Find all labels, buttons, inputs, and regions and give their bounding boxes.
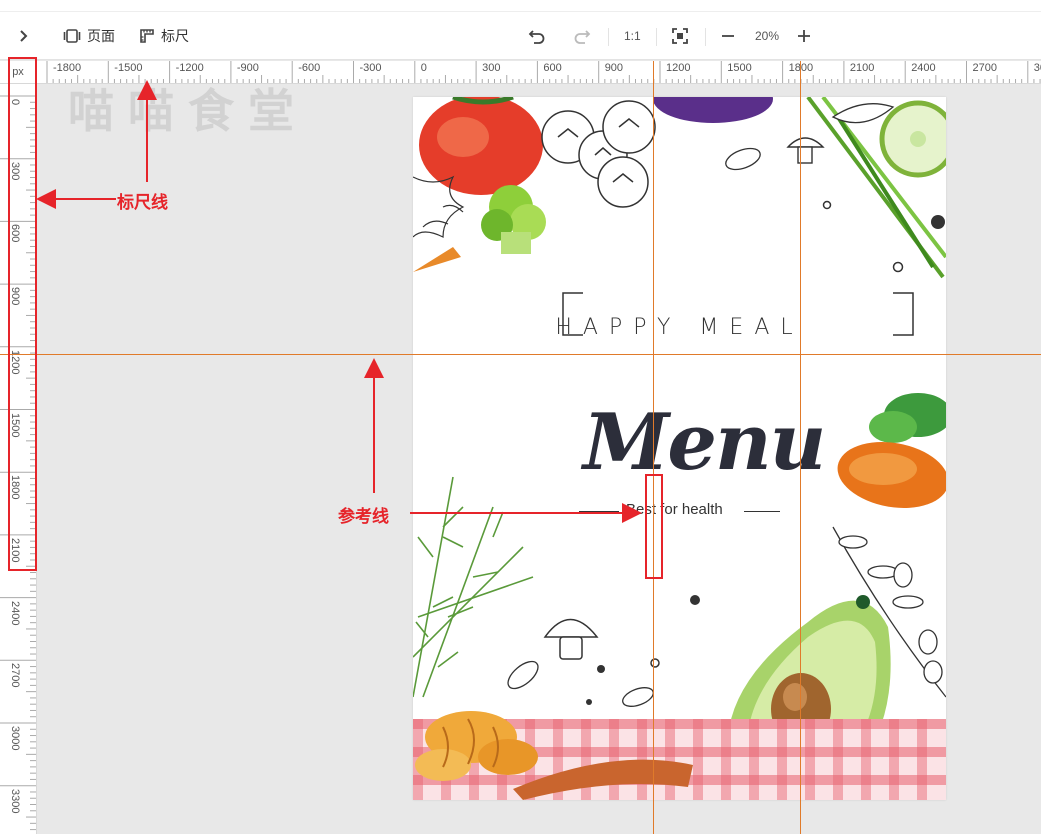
plus-icon xyxy=(797,29,811,43)
ruler-tick-label: -300 xyxy=(359,62,382,74)
toolbar-divider xyxy=(656,28,657,46)
horizontal-ruler[interactable]: -1800 -1500 -1200 -900 -600 -300 0 300 600 900 120… xyxy=(37,61,1041,84)
ruler-icon xyxy=(139,28,155,44)
redo-icon xyxy=(573,28,591,44)
tomato-cluster-sketch xyxy=(541,100,656,208)
page-button-label: 页面 xyxy=(87,28,115,44)
guide-line-vertical[interactable] xyxy=(800,85,801,834)
sweet-potato-illustration xyxy=(837,442,946,508)
ruler-tick-label: -1200 xyxy=(175,62,204,74)
actual-size-label: 1:1 xyxy=(624,29,641,43)
guide-line-vertical-ruler-marker xyxy=(653,61,654,85)
undo-button[interactable] xyxy=(528,12,546,60)
guide-line-vertical[interactable] xyxy=(653,85,654,834)
mushroom-sketch xyxy=(786,137,825,164)
chevron-right-icon xyxy=(18,29,30,43)
ruler-tick-label: 0 xyxy=(420,62,427,74)
ruler-tick-label: 1200 xyxy=(666,62,691,74)
canvas-background-title: 喵喵食堂 xyxy=(68,85,308,138)
ruler-tick-label: 3300 xyxy=(9,788,21,814)
expand-panel-button[interactable] xyxy=(18,12,30,60)
design-canvas[interactable]: 喵喵食堂 HAPPY MEAL Menu Best for health xyxy=(38,85,1041,834)
seed-sketch-bottom xyxy=(507,660,539,690)
fit-screen-button[interactable] xyxy=(671,12,689,60)
ruler-tick-label: -1800 xyxy=(53,62,82,74)
eggplant-illustration xyxy=(653,97,773,123)
ruler-tick-label: 1500 xyxy=(727,62,752,74)
ruler-tick-label: 3000 xyxy=(9,726,21,751)
tomato-illustration xyxy=(419,97,543,195)
ruler-line-annotation: 标尺线 xyxy=(117,193,168,213)
fit-screen-icon xyxy=(671,27,689,45)
leaf-sketch xyxy=(831,103,895,124)
minus-icon xyxy=(721,29,735,43)
ruler-tick-label: -600 xyxy=(298,62,321,74)
guide-line-vertical-ruler-marker xyxy=(800,61,801,85)
editor-toolbar: 页面 标尺 1:1 20% xyxy=(0,12,1041,60)
ruler-tick-label: 300 xyxy=(482,62,501,74)
toolbar-divider xyxy=(705,28,706,46)
page-icon xyxy=(63,28,81,44)
poster-tagline: Best for health xyxy=(626,501,723,518)
poster-page[interactable]: HAPPY MEAL Menu Best for health xyxy=(413,97,946,800)
undo-icon xyxy=(528,28,546,44)
ruler-tick-label: 600 xyxy=(543,62,562,74)
ruler-button-label: 标尺 xyxy=(161,28,189,44)
zoom-out-button[interactable] xyxy=(721,12,735,60)
tagline-rule-left xyxy=(579,511,619,512)
page-button[interactable]: 页面 xyxy=(63,12,115,60)
poster-happy-meal: HAPPY MEAL xyxy=(555,315,804,340)
mushroom-sketch-bottom xyxy=(543,618,599,660)
ruler-tick-label: 2400 xyxy=(911,62,936,74)
redo-button[interactable] xyxy=(573,12,591,60)
poster-menu-title: Menu xyxy=(583,397,826,488)
ruler-tick-label: 2400 xyxy=(9,600,21,626)
ruler-tick-label: -900 xyxy=(236,62,259,74)
window-top-strip xyxy=(0,0,1041,12)
ruler-tick-label: 2700 xyxy=(972,62,997,74)
guide-line-annotation: 参考线 xyxy=(338,507,389,527)
seed-sketch-bottom-2 xyxy=(622,687,654,707)
cucumber-illustration xyxy=(879,100,946,178)
toolbar-divider xyxy=(608,28,609,46)
ruler-tick-label: 30 xyxy=(1033,62,1041,74)
spinach-illustration xyxy=(869,393,946,443)
ruler-button[interactable]: 标尺 xyxy=(139,12,189,60)
zoom-level[interactable]: 20% xyxy=(755,12,779,60)
seed-sketch xyxy=(725,147,761,171)
ruler-tick-label: 2100 xyxy=(849,62,875,74)
dill-illustration xyxy=(413,476,534,698)
ruler-highlight-box xyxy=(8,57,37,571)
zoom-level-value: 20% xyxy=(755,29,780,43)
actual-size-button[interactable]: 1:1 xyxy=(624,12,641,60)
broccoli-illustration xyxy=(481,185,546,254)
guide-highlight-box xyxy=(645,474,663,579)
zoom-in-button[interactable] xyxy=(797,12,811,60)
ruler-tick-label: 900 xyxy=(604,62,624,74)
ruler-tick-label: -1500 xyxy=(114,62,143,74)
guide-line-horizontal[interactable] xyxy=(38,354,1041,355)
carrot-illustration xyxy=(413,247,461,272)
ruler-tick-label: 2700 xyxy=(9,663,21,688)
tagline-rule-right xyxy=(744,511,780,512)
